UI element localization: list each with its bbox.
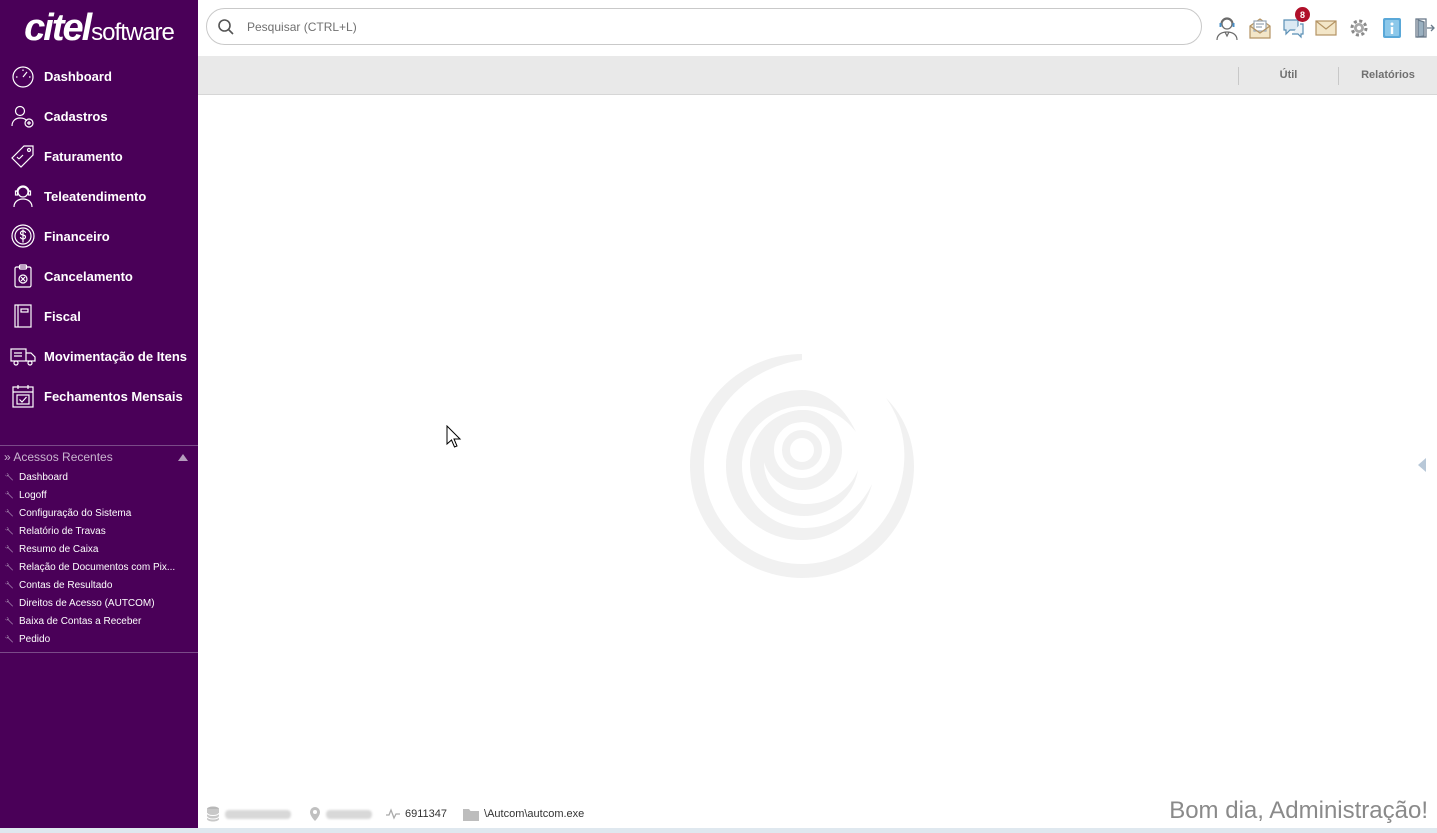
sidebar-item-movimentacao[interactable]: Movimentação de Itens — [0, 336, 198, 376]
sidebar-item-label: Movimentação de Itens — [44, 348, 188, 364]
headset-user-icon — [10, 183, 36, 209]
sidebar-item-label: Faturamento — [44, 148, 123, 164]
top-bar: 8 — [198, 0, 1437, 56]
greeting-text: Bom dia, Administração! — [1169, 797, 1428, 824]
collapse-up-icon[interactable] — [178, 450, 188, 464]
search-icon — [217, 17, 237, 37]
recent-access-panel: » Acessos Recentes Dashboard Logoff Conf… — [0, 445, 198, 653]
recent-item-relacao-documentos[interactable]: Relação de Documentos com Pix... — [0, 558, 198, 576]
recent-item-direitos-acesso[interactable]: Direitos de Acesso (AUTCOM) — [0, 594, 198, 612]
recent-item-label: Baixa de Contas a Receber — [19, 615, 142, 627]
redacted-location-name — [326, 809, 372, 819]
citel-swirl-watermark-icon — [686, 350, 918, 582]
sidebar-item-cancelamento[interactable]: Cancelamento — [0, 256, 198, 296]
recent-access-title: » Acessos Recentes — [4, 450, 113, 464]
truck-icon — [10, 343, 36, 369]
tab-util[interactable]: Útil — [1239, 56, 1338, 94]
pulse-icon — [386, 808, 400, 820]
search-input[interactable] — [245, 18, 1149, 35]
recent-item-label: Contas de Resultado — [19, 579, 113, 591]
recent-item-configuracao[interactable]: Configuração do Sistema — [0, 504, 198, 522]
database-icon — [206, 806, 220, 822]
dollar-coin-icon — [10, 223, 36, 249]
wrench-icon — [4, 561, 16, 573]
wrench-icon — [4, 471, 16, 483]
wrench-icon — [4, 543, 16, 555]
sidebar-item-teleatendimento[interactable]: Teleatendimento — [0, 176, 198, 216]
recent-item-dashboard[interactable]: Dashboard — [0, 468, 198, 486]
citel-logo[interactable]: citel software — [0, 0, 198, 56]
recent-item-resumo-caixa[interactable]: Resumo de Caixa — [0, 540, 198, 558]
wrench-icon — [4, 489, 16, 501]
folder-icon — [463, 808, 480, 821]
recent-item-baixa-contas[interactable]: Baixa de Contas a Receber — [0, 612, 198, 630]
wrench-icon — [4, 507, 16, 519]
content-tab-bar: Útil Relatórios — [198, 56, 1437, 95]
wrench-icon — [4, 597, 16, 609]
sidebar-item-label: Teleatendimento — [44, 188, 147, 204]
wrench-icon — [4, 579, 16, 591]
clipboard-cancel-icon — [10, 263, 36, 289]
toolbar-icons: 8 — [1210, 7, 1437, 42]
info-icon[interactable] — [1375, 14, 1408, 42]
recent-item-label: Configuração do Sistema — [19, 507, 132, 519]
user-add-icon — [10, 103, 36, 129]
gear-icon[interactable] — [1342, 14, 1375, 42]
sidebar-item-label: Cancelamento — [44, 268, 133, 284]
logo-text-software: software — [91, 19, 175, 46]
recent-access-header[interactable]: » Acessos Recentes — [0, 446, 198, 468]
sidebar-item-label: Financeiro — [44, 228, 110, 244]
gauge-icon — [10, 63, 36, 89]
recent-item-label: Dashboard — [19, 471, 68, 483]
wrench-icon — [4, 615, 16, 627]
notebook-icon — [10, 303, 36, 329]
sidebar-item-financeiro[interactable]: Financeiro — [0, 216, 198, 256]
search-box[interactable] — [206, 8, 1202, 45]
sidebar-item-label: Fiscal — [44, 308, 81, 324]
mail-open-icon[interactable] — [1243, 14, 1276, 42]
recent-item-label: Relação de Documentos com Pix... — [19, 561, 176, 573]
recent-item-label: Resumo de Caixa — [19, 543, 99, 555]
executable-path: \Autcom\autcom.exe — [484, 808, 585, 820]
wrench-icon — [4, 525, 16, 537]
sidebar-item-label: Fechamentos Mensais — [44, 388, 183, 404]
location-pin-icon — [309, 806, 321, 822]
status-path: \Autcom\autcom.exe — [463, 808, 584, 821]
chat-icon[interactable]: 8 — [1276, 7, 1310, 42]
sidebar-item-dashboard[interactable]: Dashboard — [0, 56, 198, 96]
calendar-check-icon — [10, 383, 36, 409]
recent-item-label: Relatório de Travas — [19, 525, 106, 537]
recent-item-pedido[interactable]: Pedido — [0, 630, 198, 648]
tab-relatorios[interactable]: Relatórios — [1339, 56, 1437, 94]
exit-icon[interactable] — [1408, 14, 1437, 42]
wrench-icon — [4, 633, 16, 645]
recent-item-logoff[interactable]: Logoff — [0, 486, 198, 504]
recent-item-label: Logoff — [19, 489, 47, 501]
sidebar-item-label: Dashboard — [44, 68, 112, 84]
status-database — [206, 806, 291, 822]
chat-count-badge: 8 — [1295, 7, 1310, 22]
support-agent-icon[interactable] — [1210, 14, 1243, 42]
sidebar-menu: Dashboard Cadastros Faturamento Teleaten… — [0, 56, 198, 416]
panel-expand-left-icon[interactable] — [1417, 457, 1427, 473]
logo-text-citel: citel — [24, 6, 92, 49]
recent-item-label: Direitos de Acesso (AUTCOM) — [19, 597, 155, 609]
recent-item-label: Pedido — [19, 633, 51, 645]
sidebar-item-label: Cadastros — [44, 108, 108, 124]
envelope-icon[interactable] — [1309, 14, 1342, 42]
session-id: 6911347 — [405, 808, 448, 820]
sidebar-item-fechamentos[interactable]: Fechamentos Mensais — [0, 376, 198, 416]
redacted-database-name — [225, 809, 291, 819]
price-tag-icon — [10, 143, 36, 169]
sidebar: citel software Dashboard Cadastros Fatur… — [0, 0, 198, 833]
status-session: 6911347 — [386, 808, 447, 820]
mouse-cursor-icon — [446, 424, 462, 449]
sidebar-item-faturamento[interactable]: Faturamento — [0, 136, 198, 176]
sidebar-item-cadastros[interactable]: Cadastros — [0, 96, 198, 136]
recent-item-relatorio-travas[interactable]: Relatório de Travas — [0, 522, 198, 540]
window-bottom-edge — [0, 828, 1437, 833]
recent-item-contas-resultado[interactable]: Contas de Resultado — [0, 576, 198, 594]
sidebar-item-fiscal[interactable]: Fiscal — [0, 296, 198, 336]
status-location — [309, 806, 372, 822]
